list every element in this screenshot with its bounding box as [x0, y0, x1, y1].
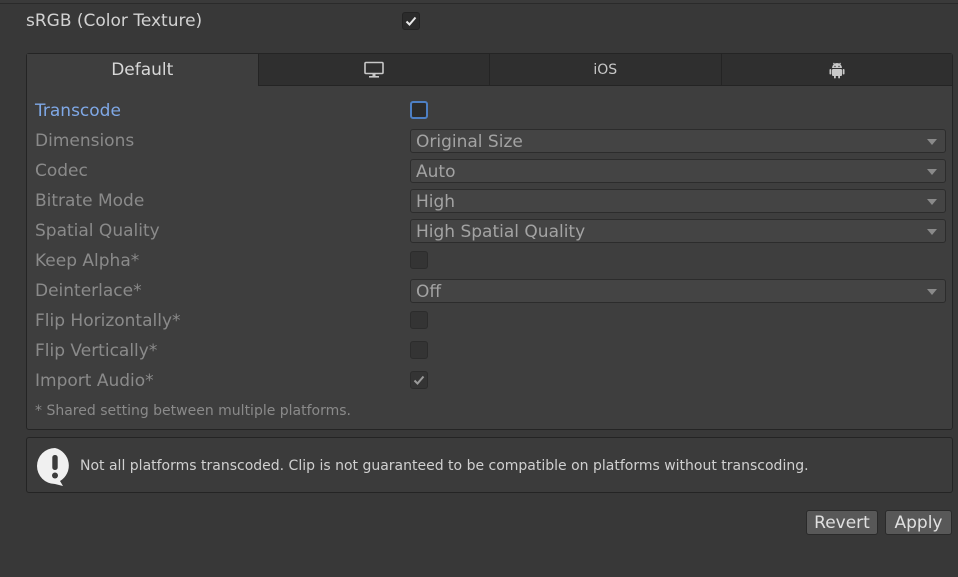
transcode-warning-text: Not all platforms transcoded. Clip is no… [80, 458, 809, 474]
flip-vertically-row: Flip Vertically* [35, 339, 947, 363]
flip-vertically-checkbox[interactable] [410, 341, 428, 359]
codec-value: Auto [416, 162, 456, 182]
revert-button[interactable]: Revert [806, 510, 878, 535]
flip-horizontally-row: Flip Horizontally* [35, 309, 947, 333]
dimensions-value: Original Size [416, 132, 523, 152]
keep-alpha-row: Keep Alpha* [35, 249, 947, 273]
codec-label: Codec [35, 161, 88, 181]
codec-row: Codec Auto [35, 159, 947, 183]
transcode-checkbox[interactable] [410, 101, 428, 119]
chevron-down-icon [927, 199, 937, 205]
spatial-quality-label: Spatial Quality [35, 221, 160, 241]
deinterlace-dropdown[interactable]: Off [410, 279, 946, 303]
codec-dropdown[interactable]: Auto [410, 159, 946, 183]
transcode-row: Transcode [35, 99, 947, 123]
flip-horizontally-label: Flip Horizontally* [35, 311, 181, 331]
deinterlace-value: Off [416, 282, 442, 302]
checkmark-icon [405, 16, 417, 26]
tab-ios-label: iOS [593, 61, 618, 78]
flip-vertically-label: Flip Vertically* [35, 341, 158, 361]
bitrate-mode-row: Bitrate Mode High [35, 189, 947, 213]
tab-android[interactable] [720, 54, 952, 86]
import-audio-row: Import Audio* [35, 369, 947, 393]
srgb-label: sRGB (Color Texture) [26, 11, 203, 31]
info-icon [37, 448, 69, 486]
keep-alpha-label: Keep Alpha* [35, 251, 140, 271]
checkmark-icon [413, 375, 425, 385]
chevron-down-icon [927, 169, 937, 175]
dimensions-dropdown[interactable]: Original Size [410, 129, 946, 153]
spatial-quality-value: High Spatial Quality [416, 222, 586, 242]
flip-horizontally-checkbox[interactable] [410, 311, 428, 329]
srgb-checkbox[interactable] [402, 12, 420, 30]
transcode-label: Transcode [35, 101, 121, 121]
chevron-down-icon [927, 229, 937, 235]
bitrate-mode-dropdown[interactable]: High [410, 189, 946, 213]
apply-button[interactable]: Apply [885, 510, 952, 535]
tab-standalone[interactable] [257, 54, 489, 86]
shared-setting-footnote: * Shared setting between multiple platfo… [35, 403, 352, 419]
keep-alpha-checkbox[interactable] [410, 251, 428, 269]
chevron-down-icon [927, 289, 937, 295]
deinterlace-label: Deinterlace* [35, 281, 142, 301]
revert-label: Revert [814, 512, 870, 533]
platform-tabs: Default iOS [27, 54, 952, 86]
tab-default-label: Default [111, 60, 174, 80]
spatial-quality-dropdown[interactable]: High Spatial Quality [410, 219, 946, 243]
monitor-icon [363, 61, 384, 78]
import-audio-label: Import Audio* [35, 371, 154, 391]
import-audio-checkbox[interactable] [410, 371, 428, 389]
tab-ios[interactable]: iOS [489, 54, 721, 86]
bitrate-mode-value: High [416, 192, 456, 212]
transcode-warning-box: Not all platforms transcoded. Clip is no… [26, 437, 953, 493]
spatial-quality-row: Spatial Quality High Spatial Quality [35, 219, 947, 243]
tab-default[interactable]: Default [27, 54, 258, 86]
dimensions-label: Dimensions [35, 131, 135, 151]
dimensions-row: Dimensions Original Size [35, 129, 947, 153]
platform-settings-panel: Default iOS Transcode Dimensions Origina… [26, 53, 953, 430]
deinterlace-row: Deinterlace* Off [35, 279, 947, 303]
bitrate-mode-label: Bitrate Mode [35, 191, 145, 211]
apply-label: Apply [894, 512, 943, 533]
chevron-down-icon [927, 139, 937, 145]
top-divider [0, 0, 958, 4]
android-icon [829, 62, 845, 78]
